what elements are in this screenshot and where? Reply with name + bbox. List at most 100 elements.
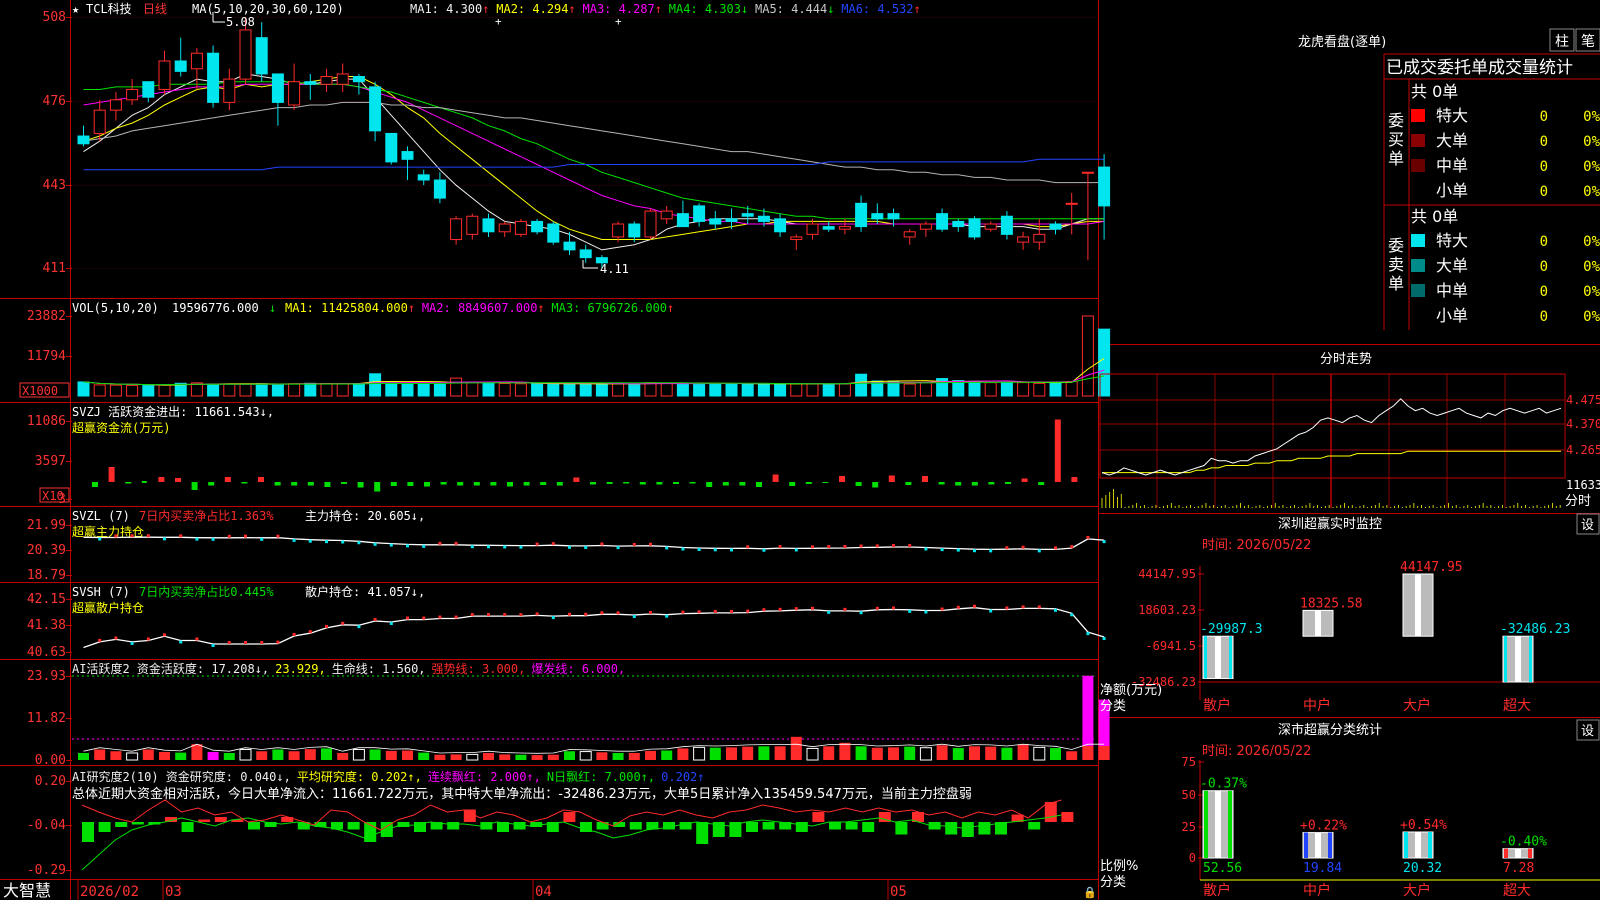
svzj-bar-14[interactable] [324, 482, 331, 487]
research-bar-49[interactable] [895, 822, 908, 835]
svzj-bar-26[interactable] [523, 482, 530, 486]
ai-bar-3[interactable] [126, 752, 139, 761]
vol-bar-55[interactable] [968, 380, 981, 397]
svzj-bar-40[interactable] [756, 482, 762, 487]
vol-bar-56[interactable] [984, 382, 997, 397]
vol-bar-43[interactable] [774, 383, 787, 397]
ai-bar-57[interactable] [1001, 747, 1013, 760]
vol-bar-40[interactable] [725, 383, 738, 397]
research-bar-1[interactable] [98, 822, 111, 832]
vol-bar-61[interactable] [1065, 380, 1078, 397]
svzj-bar-43[interactable] [805, 482, 812, 484]
vol-bar-25[interactable] [482, 382, 495, 397]
svzj-bar-18[interactable] [390, 482, 397, 486]
ai-bar-55[interactable] [969, 746, 980, 760]
vol-bar-62[interactable] [1081, 315, 1094, 397]
ai-bar-46[interactable] [823, 746, 835, 760]
research-bar-10[interactable] [248, 822, 260, 830]
ai-bar-60[interactable] [1050, 748, 1061, 760]
svzj-bar-5[interactable] [175, 478, 181, 482]
research-bar-40[interactable] [746, 822, 758, 832]
vol-bar-10[interactable] [239, 383, 252, 397]
research-bar-53[interactable] [961, 822, 974, 837]
svzj-bar-0[interactable] [92, 482, 98, 487]
vol-bar-14[interactable] [304, 382, 317, 397]
research-bar-16[interactable] [347, 822, 360, 830]
vol-bar-52[interactable] [919, 382, 932, 397]
svzj-bar-25[interactable] [507, 482, 513, 487]
vol-bar-45[interactable] [806, 383, 819, 397]
research-bar-6[interactable] [181, 822, 194, 832]
vol-bar-23[interactable] [450, 377, 463, 397]
svzj-bar-2[interactable] [125, 482, 132, 484]
ai-bar-0[interactable] [78, 752, 89, 760]
svzj-bar-35[interactable] [673, 482, 679, 484]
vol-bar-2[interactable] [109, 384, 122, 397]
vol-bar-21[interactable] [417, 383, 430, 397]
ai-bar-44[interactable] [790, 736, 802, 760]
ai-bar-37[interactable] [677, 748, 689, 760]
svzj-bar-19[interactable] [407, 482, 414, 486]
svzj-bar-38[interactable] [722, 482, 729, 486]
vol-bar-35[interactable] [644, 382, 657, 397]
svzj-bar-45[interactable] [839, 476, 845, 482]
research-bar-2[interactable] [115, 822, 128, 827]
svzj-bar-47[interactable] [872, 482, 879, 488]
ai-bar-38[interactable] [693, 746, 706, 761]
svzj-bar-12[interactable] [291, 482, 298, 486]
vol-bar-3[interactable] [126, 384, 139, 397]
research-bar-47[interactable] [862, 822, 875, 832]
ai-bar-42[interactable] [758, 746, 770, 760]
svzj-bar-59[interactable] [1071, 477, 1078, 482]
svzj-bar-11[interactable] [274, 482, 281, 486]
vol-bar-58[interactable] [1017, 382, 1030, 397]
ai-bar-30[interactable] [564, 751, 575, 760]
svzj-bar-10[interactable] [258, 477, 264, 482]
ai-bar-22[interactable] [434, 754, 446, 760]
candle-29[interactable] [547, 221, 560, 245]
ai-bar-18[interactable] [369, 749, 381, 760]
svzj-bar-58[interactable] [1054, 419, 1061, 483]
vol-bar-24[interactable] [466, 382, 479, 397]
lock-icon[interactable]: 🔒 [1083, 886, 1097, 899]
ai-bar-20[interactable] [402, 750, 413, 760]
svzj-bar-8[interactable] [224, 477, 231, 482]
ai-bar-23[interactable] [450, 754, 462, 760]
ai-bar-45[interactable] [806, 747, 819, 761]
svzj-bar-36[interactable] [689, 482, 696, 484]
vol-bar-16[interactable] [336, 383, 349, 397]
vol-bar-18[interactable] [369, 373, 382, 397]
svzj-bar-7[interactable] [208, 482, 215, 486]
vol-bar-4[interactable] [142, 385, 155, 397]
ai-bar-47[interactable] [839, 742, 851, 760]
research-bar-0[interactable] [82, 822, 94, 842]
ai-bar-56[interactable] [985, 746, 997, 760]
vol-bar-37[interactable] [676, 382, 689, 397]
ai-bar-32[interactable] [596, 752, 608, 760]
research-bar-8[interactable] [214, 817, 227, 822]
research-bar-58[interactable] [1044, 802, 1057, 822]
ai-bar-21[interactable] [418, 752, 430, 760]
svzj-bar-1[interactable] [108, 467, 115, 482]
vol-bar-1[interactable] [93, 384, 106, 397]
svzj-bar-54[interactable] [988, 482, 995, 485]
vol-bar-13[interactable] [288, 383, 301, 397]
candle-55[interactable] [968, 216, 981, 240]
ai-bar-11[interactable] [256, 751, 268, 760]
research-bar-45[interactable] [829, 822, 841, 830]
vol-bar-9[interactable] [223, 383, 236, 397]
vol-bar-41[interactable] [741, 383, 754, 397]
research-bar-29[interactable] [563, 812, 576, 822]
svzj-bar-4[interactable] [158, 477, 165, 482]
vol-bar-19[interactable] [385, 382, 398, 397]
ai-bar-58[interactable] [1017, 744, 1029, 760]
ai-bar-51[interactable] [904, 746, 916, 760]
svzj-bar-42[interactable] [789, 482, 796, 486]
vol-bar-51[interactable] [903, 383, 916, 397]
svzj-bar-41[interactable] [772, 474, 779, 483]
vol-bar-38[interactable] [693, 382, 706, 397]
vol-bar-42[interactable] [757, 383, 770, 397]
svzj-bar-56[interactable] [1021, 478, 1028, 483]
ai-bar-27[interactable] [515, 754, 527, 760]
svzj-bar-52[interactable] [955, 482, 962, 486]
